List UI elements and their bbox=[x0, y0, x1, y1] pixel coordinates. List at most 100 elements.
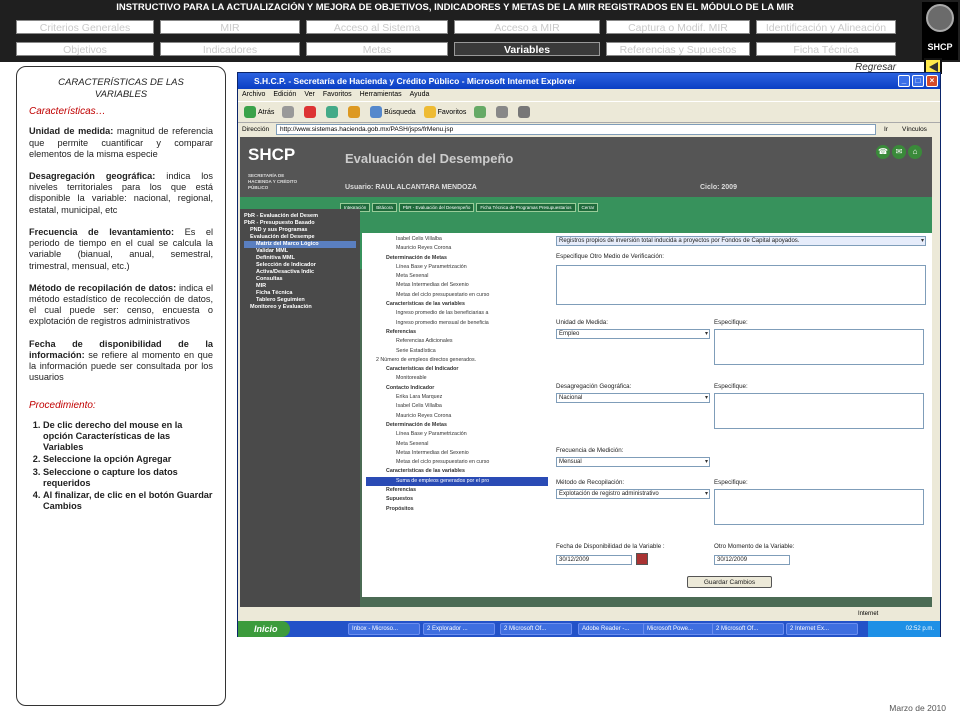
tree-item[interactable]: Referencias bbox=[366, 328, 548, 337]
tree-item[interactable]: Metas del ciclo presupuestario en curso bbox=[366, 291, 548, 300]
menu-item[interactable]: Archivo bbox=[242, 91, 265, 98]
medio-select[interactable]: Registros propios de inversión total ind… bbox=[556, 236, 926, 246]
side-menu-item[interactable]: Consultas bbox=[244, 276, 356, 283]
especifique-desag[interactable] bbox=[714, 393, 924, 429]
tree-item[interactable]: Propósitos bbox=[366, 505, 548, 514]
frec-select[interactable]: Mensual bbox=[556, 457, 710, 467]
tree-item[interactable]: Meta Sexenal bbox=[366, 440, 548, 449]
maximize-icon[interactable]: □ bbox=[912, 75, 924, 87]
otro-medio-textarea[interactable] bbox=[556, 265, 926, 305]
side-menu-item[interactable]: Ficha Técnica bbox=[244, 290, 356, 297]
tree-item[interactable]: Línea Base y Parametrización bbox=[366, 430, 548, 439]
address-input[interactable]: http://www.sistemas.hacienda.gob.mx/PASH… bbox=[276, 124, 876, 135]
side-menu-item[interactable]: PbR - Presupuesto Basado bbox=[244, 220, 356, 227]
tree-item[interactable]: Determinación de Metas bbox=[366, 254, 548, 263]
menu-item[interactable]: Herramientas bbox=[360, 91, 402, 98]
side-menu-item[interactable]: Monitoreo y Evaluación bbox=[244, 304, 356, 311]
side-menu-item[interactable]: Evaluación del Desempe bbox=[244, 234, 356, 241]
refresh-button[interactable] bbox=[326, 102, 340, 124]
tree-item[interactable]: 2 Número de empleos directos generados. bbox=[366, 356, 548, 365]
side-menu-item[interactable]: Activa/Desactiva Indic bbox=[244, 269, 356, 276]
tree-item[interactable]: Características de las variables bbox=[366, 467, 548, 476]
side-menu-item[interactable]: Validar MML bbox=[244, 248, 356, 255]
tree-item[interactable]: Referencias bbox=[366, 486, 548, 495]
nav2-5[interactable]: Ficha Técnica bbox=[756, 42, 896, 56]
tree-item[interactable]: Referencias Adicionales bbox=[366, 337, 548, 346]
nav2-3[interactable]: Variables bbox=[454, 42, 600, 56]
menu-item[interactable]: Ver bbox=[304, 91, 315, 98]
nav-2[interactable]: Acceso al Sistema bbox=[306, 20, 448, 34]
forward-button[interactable] bbox=[282, 102, 296, 124]
tree-item[interactable]: Ingreso promedio mensual de beneficia bbox=[366, 319, 548, 328]
side-menu-item[interactable]: Tablero Seguimien bbox=[244, 297, 356, 304]
taskbar-item[interactable]: 2 Microsoft Of... bbox=[500, 623, 572, 635]
tree-item[interactable]: Características de las variables bbox=[366, 300, 548, 309]
tree-item[interactable]: Línea Base y Parametrización bbox=[366, 263, 548, 272]
mail-icon[interactable]: ✉ bbox=[892, 145, 906, 159]
tree-item[interactable]: Serie Estadística bbox=[366, 347, 548, 356]
calendar-icon[interactable] bbox=[636, 553, 648, 565]
menu-item[interactable]: Favoritos bbox=[323, 91, 352, 98]
close-icon[interactable]: × bbox=[926, 75, 938, 87]
nav-4[interactable]: Captura o Modif. MIR bbox=[606, 20, 750, 34]
tree-item[interactable]: Características del Indicador bbox=[366, 365, 548, 374]
side-menu-item[interactable]: PND y sus Programas bbox=[244, 227, 356, 234]
search-button[interactable]: Búsqueda bbox=[370, 102, 416, 124]
tree-item[interactable]: Isabel Celis Villalba bbox=[366, 235, 548, 244]
home-icon[interactable]: ⌂ bbox=[908, 145, 922, 159]
nav2-1[interactable]: Indicadores bbox=[160, 42, 300, 56]
metodo-select[interactable]: Explotación de registro administrativo bbox=[556, 489, 710, 499]
unidad-select[interactable]: Empleo bbox=[556, 329, 710, 339]
print-button[interactable] bbox=[518, 102, 532, 124]
stop-button[interactable] bbox=[304, 102, 318, 124]
app-tab[interactable]: Ficha Técnica de Programas Presupuestari… bbox=[476, 203, 576, 212]
minimize-icon[interactable]: _ bbox=[898, 75, 910, 87]
back-button[interactable]: Atrás bbox=[244, 102, 274, 124]
side-menu-item[interactable]: MIR bbox=[244, 283, 356, 290]
tree-item[interactable]: Contacto Indicador bbox=[366, 384, 548, 393]
fecha-input[interactable]: 30/12/2009 bbox=[556, 555, 632, 565]
tree-item[interactable]: Erika Lara Marquez bbox=[366, 393, 548, 402]
taskbar-item[interactable]: 2 Microsoft Of... bbox=[712, 623, 784, 635]
app-tab[interactable]: Bitácora bbox=[372, 203, 397, 212]
app-tab[interactable]: Cerrar bbox=[577, 203, 599, 212]
nav-0[interactable]: Criterios Generales bbox=[16, 20, 154, 34]
home-button[interactable] bbox=[348, 102, 362, 124]
phone-icon[interactable]: ☎ bbox=[876, 145, 890, 159]
side-menu-item[interactable]: Definitiva MML bbox=[244, 255, 356, 262]
tree-item[interactable]: Supuestos bbox=[366, 495, 548, 504]
taskbar-item[interactable]: 2 Internet Ex... bbox=[786, 623, 858, 635]
taskbar-item[interactable]: Inbox - Microso... bbox=[348, 623, 420, 635]
tree-item[interactable]: Monitoreable bbox=[366, 374, 548, 383]
side-menu-item[interactable]: Matriz del Marco Lógico bbox=[244, 241, 356, 248]
tree-item[interactable]: Metas Intermedias del Sexenio bbox=[366, 281, 548, 290]
side-menu-item[interactable]: Selección de Indicador bbox=[244, 262, 356, 269]
taskbar-item[interactable]: Adobe Reader -... bbox=[578, 623, 650, 635]
taskbar-item[interactable]: 2 Explorador ... bbox=[423, 623, 495, 635]
taskbar-item[interactable]: Microsoft Powe... bbox=[643, 623, 715, 635]
tree-item[interactable]: Isabel Celis Villalba bbox=[366, 402, 548, 411]
desag-select[interactable]: Nacional bbox=[556, 393, 710, 403]
menu-item[interactable]: Ayuda bbox=[410, 91, 430, 98]
nav2-4[interactable]: Referencias y Supuestos bbox=[606, 42, 750, 56]
tree-item[interactable]: Mauricio Reyes Corona bbox=[366, 244, 548, 253]
history-button[interactable] bbox=[474, 102, 488, 124]
nav-3[interactable]: Acceso a MIR bbox=[454, 20, 600, 34]
especifique-metodo[interactable] bbox=[714, 489, 924, 525]
tree-item[interactable]: Metas Intermedias del Sexenio bbox=[366, 449, 548, 458]
guardar-cambios-button[interactable]: Guardar Cambios bbox=[687, 576, 772, 588]
app-tab[interactable]: PbR - Evaluación del Desempeño bbox=[398, 203, 475, 212]
tree-item[interactable]: Determinación de Metas bbox=[366, 421, 548, 430]
side-menu-item[interactable]: PbR - Evaluación del Desem bbox=[244, 213, 356, 220]
especifique-unidad[interactable] bbox=[714, 329, 924, 365]
favorites-button[interactable]: Favoritos bbox=[423, 102, 466, 124]
tree-item[interactable]: Metas del ciclo presupuestario en curso bbox=[366, 458, 548, 467]
tree-item[interactable]: Mauricio Reyes Corona bbox=[366, 412, 548, 421]
tree-item[interactable]: Ingreso promedio de las beneficiarias a bbox=[366, 309, 548, 318]
menu-item[interactable]: Edición bbox=[273, 91, 296, 98]
tree-item[interactable]: Meta Sexenal bbox=[366, 272, 548, 281]
nav2-2[interactable]: Metas bbox=[306, 42, 448, 56]
start-button[interactable]: Inicio bbox=[238, 621, 290, 637]
mail-button[interactable] bbox=[496, 102, 510, 124]
otro-momento-input[interactable]: 30/12/2009 bbox=[714, 555, 790, 565]
